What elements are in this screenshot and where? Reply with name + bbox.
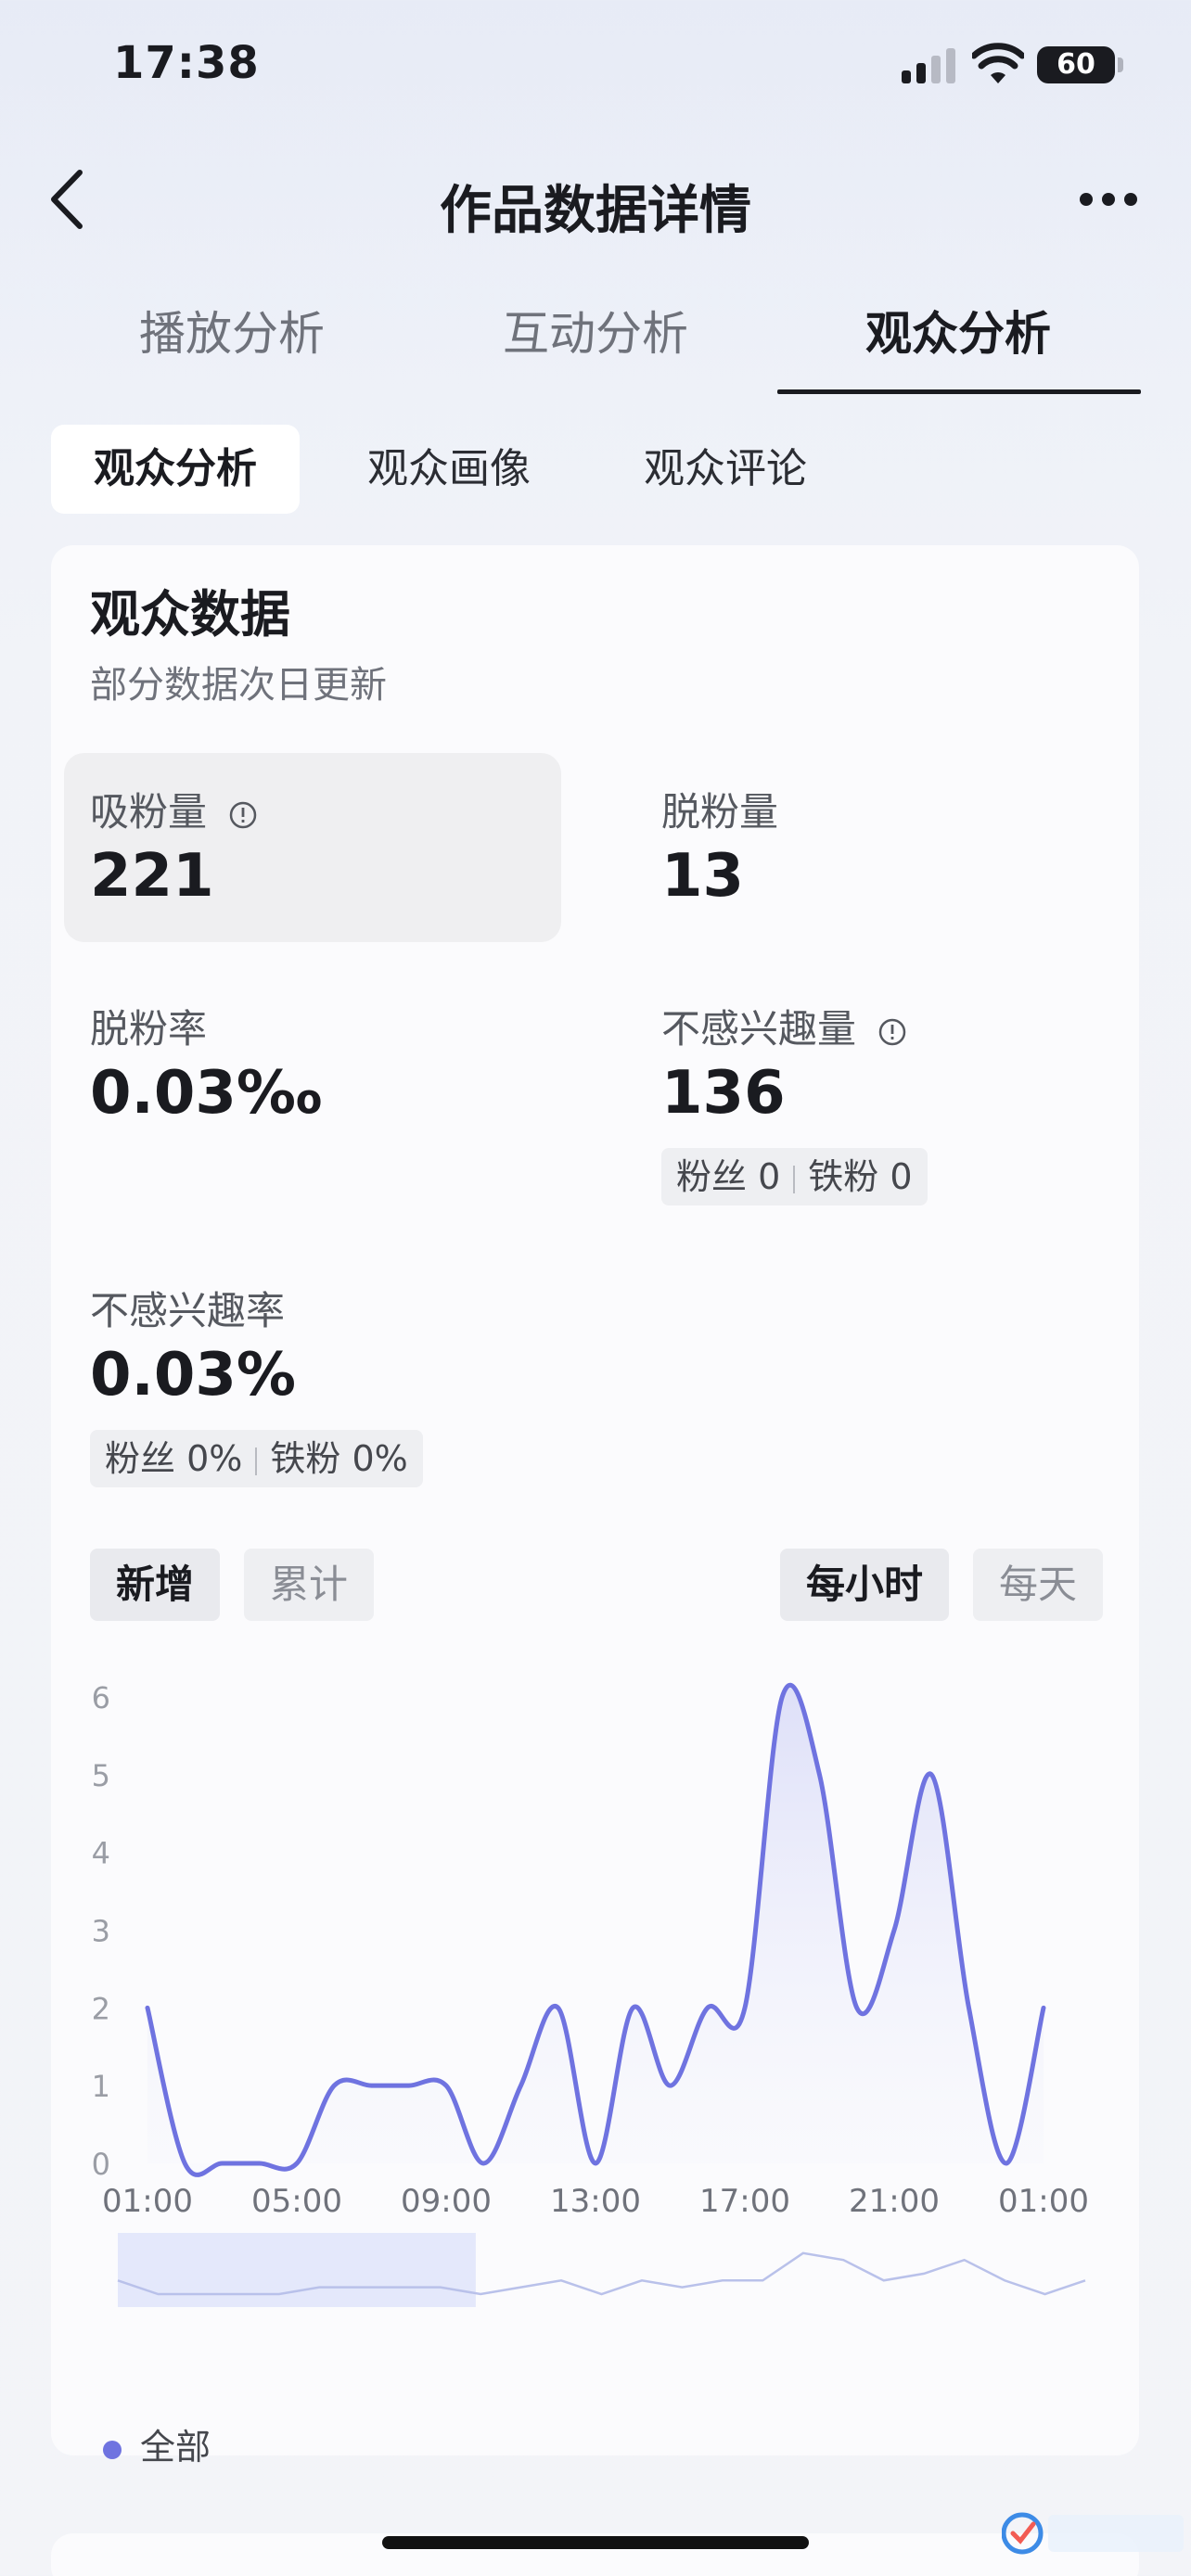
metric-not-interested-rate[interactable]: 不感兴趣率 0.03% 粉丝 0% 铁粉 0% <box>64 1252 561 1493</box>
metric-lost-rate[interactable]: 脱粉率 0.03‰ <box>64 970 561 1159</box>
x-tick-label: 13:00 <box>550 2183 641 2220</box>
metric-not-interested[interactable]: 不感兴趣量 136 粉丝 0 铁粉 0 <box>635 970 1099 1211</box>
range-navigator[interactable] <box>117 2233 1086 2307</box>
legend-dot-icon <box>103 2440 122 2459</box>
y-tick-label: 6 <box>92 1680 110 1715</box>
x-tick-label: 01:00 <box>998 2183 1089 2220</box>
metric-label: 脱粉率 <box>90 1006 208 1052</box>
tab-playback-analysis[interactable]: 播放分析 <box>51 297 413 363</box>
card-title: 观众数据 <box>90 585 290 644</box>
toggle-new[interactable]: 新增 <box>90 1549 220 1621</box>
card-subtitle: 部分数据次日更新 <box>90 664 387 707</box>
metric-value: 136 <box>661 1059 786 1128</box>
x-tick-label: 09:00 <box>401 2183 492 2220</box>
dz-plugin-watermark <box>1002 2512 1184 2555</box>
subtab-audience-portrait[interactable]: 观众画像 <box>334 425 564 514</box>
subtab-audience-analysis[interactable]: 观众分析 <box>51 425 300 514</box>
breakdown-iron-fans: 铁粉 0 <box>808 1156 913 1197</box>
navigator-selection[interactable] <box>118 2233 476 2307</box>
y-tick-label: 3 <box>92 1914 110 1949</box>
battery-icon: 60 <box>1037 46 1115 83</box>
metric-label: 不感兴趣量 <box>661 1006 857 1052</box>
battery-tip <box>1118 57 1123 72</box>
metric-value: 0.03‰ <box>90 1059 323 1128</box>
home-indicator[interactable] <box>382 2536 809 2549</box>
subtab-audience-comments[interactable]: 观众评论 <box>610 425 840 514</box>
metric-label: 脱粉量 <box>661 789 779 835</box>
y-tick-label: 2 <box>92 1991 110 2026</box>
metric-label: 吸粉量 <box>90 789 208 835</box>
x-tick-label: 05:00 <box>251 2183 342 2220</box>
chart-legend[interactable]: 全部 <box>103 2418 211 2469</box>
fans-trend-chart[interactable]: 0 1 2 3 4 5 6 01:00 05:00 09:00 13:00 17:00 21:00 01… <box>51 1658 1139 2363</box>
metric-value: 13 <box>661 842 745 911</box>
wifi-icon <box>972 43 1024 83</box>
metric-value: 221 <box>90 842 214 911</box>
tab-audience-analysis[interactable]: 观众分析 <box>777 297 1139 363</box>
y-tick-label: 4 <box>92 1836 110 1871</box>
x-tick-label: 21:00 <box>849 2183 940 2220</box>
legend-label: 全部 <box>140 2427 211 2468</box>
active-tab-indicator <box>777 389 1141 394</box>
breakdown-fans: 粉丝 0 <box>676 1156 781 1197</box>
status-time: 17:38 <box>113 37 260 89</box>
breakdown-iron-fans: 铁粉 0% <box>270 1438 408 1479</box>
metric-lost-fans[interactable]: 脱粉量 13 <box>635 753 1099 942</box>
metric-value: 0.03% <box>90 1341 297 1409</box>
cellular-signal-icon <box>902 48 957 83</box>
y-tick-label: 5 <box>92 1758 110 1793</box>
more-options-button[interactable] <box>1067 180 1150 217</box>
x-tick-label: 01:00 <box>102 2183 193 2220</box>
nav-bar: 作品数据详情 <box>0 148 1191 250</box>
info-icon[interactable] <box>877 1017 907 1047</box>
sub-tabs: 观众分析 观众画像 观众评论 <box>0 425 1191 517</box>
toggle-cumulative[interactable]: 累计 <box>244 1549 374 1621</box>
toggle-daily[interactable]: 每天 <box>973 1549 1103 1621</box>
y-tick-label: 1 <box>92 2069 110 2104</box>
breakdown-badge: 粉丝 0% 铁粉 0% <box>90 1430 423 1487</box>
breakdown-fans: 粉丝 0% <box>105 1438 243 1479</box>
y-tick-label: 0 <box>92 2147 110 2182</box>
info-icon[interactable] <box>228 800 258 830</box>
breakdown-badge: 粉丝 0 铁粉 0 <box>661 1148 928 1205</box>
metric-gain-fans[interactable]: 吸粉量 221 <box>64 753 561 942</box>
status-bar: 17:38 60 <box>0 0 1191 139</box>
series-area <box>147 1685 1044 2175</box>
audience-data-card: 观众数据 部分数据次日更新 吸粉量 221 脱粉量 13 脱粉率 0.03‰ 不… <box>51 545 1139 2468</box>
tab-interaction-analysis[interactable]: 互动分析 <box>415 297 776 363</box>
page-title: 作品数据详情 <box>440 181 751 241</box>
metric-label: 不感兴趣率 <box>90 1288 286 1333</box>
main-tabs: 播放分析 互动分析 观众分析 <box>0 278 1191 399</box>
x-tick-label: 17:00 <box>699 2183 790 2220</box>
toggle-hourly[interactable]: 每小时 <box>780 1549 949 1621</box>
